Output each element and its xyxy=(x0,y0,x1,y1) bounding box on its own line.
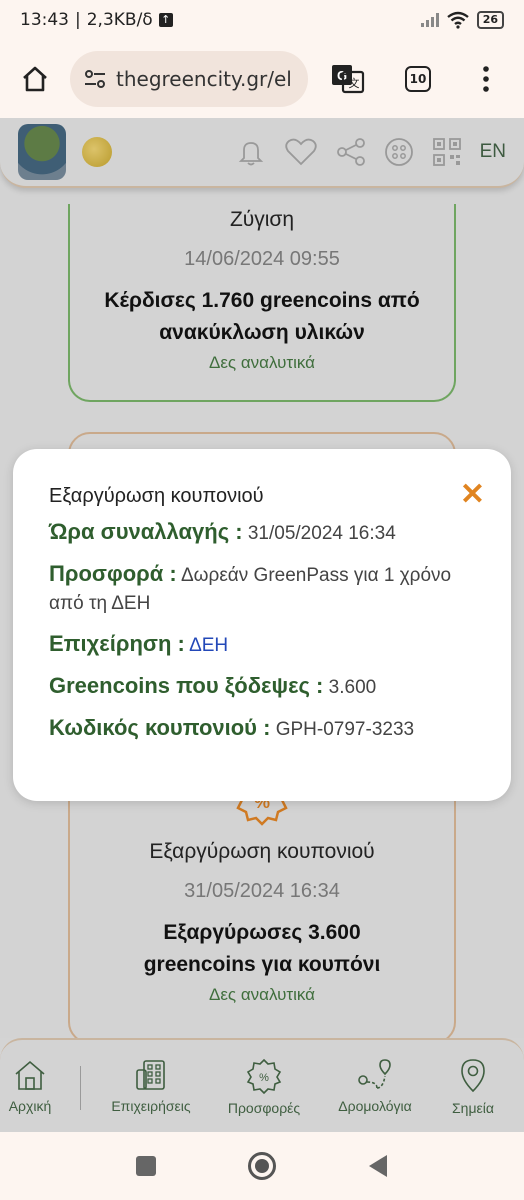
qr-code-icon[interactable] xyxy=(432,137,462,167)
row-label: Προσφορά : xyxy=(49,561,177,586)
greencoins-spent-row: Greencoins που ξόδεψες : 3.600 xyxy=(49,672,475,702)
card-details-link[interactable]: Δες αναλυτικά xyxy=(70,985,454,1005)
home-circle-icon[interactable] xyxy=(247,1151,277,1181)
close-icon[interactable]: ✕ xyxy=(460,477,485,512)
nav-label: Δρομολόγια xyxy=(338,1098,412,1114)
modal-title: Εξαργύρωση κουπονιού xyxy=(49,485,264,507)
translate-button[interactable]: G文 xyxy=(308,64,388,94)
location-pin-icon xyxy=(461,1059,485,1093)
more-vertical-icon xyxy=(483,66,489,92)
tabs-button[interactable]: 10 xyxy=(388,66,448,92)
discount-badge-icon: % xyxy=(246,1058,282,1094)
wifi-icon xyxy=(446,11,469,29)
recents-icon[interactable] xyxy=(135,1155,157,1177)
card-title: Εξαργύρωση κουπονιού xyxy=(149,840,375,863)
bottom-navigation: Αρχική Επιχειρήσεις % Προσφορές Δρομολόγ… xyxy=(0,1038,524,1132)
nav-divider xyxy=(80,1066,81,1110)
row-label: Greencoins που ξόδεψες : xyxy=(49,673,324,698)
building-icon xyxy=(136,1060,165,1090)
nav-item-businesses[interactable]: Επιχειρήσεις xyxy=(87,1058,215,1114)
browser-toolbar: thegreencity.gr/el G文 10 xyxy=(0,40,524,118)
business-link[interactable]: ΔΕΗ xyxy=(189,635,228,656)
avatar[interactable] xyxy=(18,124,66,180)
app-header: EN xyxy=(0,118,524,188)
nav-item-offers[interactable]: % Προσφορές xyxy=(215,1058,313,1116)
offer-row: Προσφορά : Δωρεάν GreenPass για 1 χρόνο … xyxy=(49,560,475,618)
row-value: GPH-0797-3233 xyxy=(275,719,415,740)
card-description: Κέρδισες 1.760 greencoins από ανακύκλωση… xyxy=(104,289,420,344)
row-value: 3.600 xyxy=(328,677,377,698)
nav-label: Επιχειρήσεις xyxy=(111,1098,191,1114)
card-description: Εξαργύρωσες 3.600 greencoins για κουπόνι xyxy=(143,921,381,976)
nav-item-home[interactable]: Αρχική xyxy=(0,1058,60,1114)
grid-menu-icon[interactable] xyxy=(384,137,414,167)
route-icon xyxy=(358,1059,391,1089)
status-time: 13:43 xyxy=(20,10,69,30)
row-value: 31/05/2024 16:34 xyxy=(247,523,396,544)
url-text: thegreencity.gr/el xyxy=(116,67,292,91)
address-bar[interactable]: thegreencity.gr/el xyxy=(70,51,308,107)
status-bar: 13:43 | 2,3KB/δ ↑ 26 xyxy=(0,0,524,40)
translate-icon: G文 xyxy=(332,65,365,94)
back-icon[interactable] xyxy=(367,1154,389,1178)
battery-indicator: 26 xyxy=(476,11,504,29)
browser-menu-button[interactable] xyxy=(448,66,524,92)
system-navigation-bar xyxy=(0,1132,524,1200)
signal-icon xyxy=(420,13,439,27)
card-date: 31/05/2024 16:34 xyxy=(184,880,340,902)
coupon-redemption-modal: Εξαργύρωση κουπονιού ✕ Ώρα συναλλαγής : … xyxy=(13,449,511,801)
status-network-speed: 2,3KB/δ xyxy=(86,10,153,30)
upload-notification-icon: ↑ xyxy=(158,13,173,27)
bell-icon[interactable] xyxy=(236,137,266,167)
nav-label: Αρχική xyxy=(8,1098,52,1114)
nav-item-points[interactable]: Σημεία xyxy=(437,1058,509,1116)
site-settings-icon xyxy=(85,70,105,88)
heart-icon[interactable] xyxy=(284,137,318,167)
row-label: Επιχείρηση : xyxy=(49,631,185,656)
greencoin-icon[interactable] xyxy=(82,137,112,167)
card-title: Ζύγιση xyxy=(229,208,295,231)
card-details-link[interactable]: Δες αναλυτικά xyxy=(70,353,454,373)
nav-item-routes[interactable]: Δρομολόγια xyxy=(313,1058,437,1114)
transaction-time-row: Ώρα συναλλαγής : 31/05/2024 16:34 xyxy=(49,518,475,548)
nav-label: Προσφορές xyxy=(227,1100,301,1116)
home-icon xyxy=(15,1060,45,1090)
business-row: Επιχείρηση : ΔΕΗ xyxy=(49,630,475,660)
row-label: Ώρα συναλλαγής : xyxy=(49,519,243,544)
card-date: 14/06/2024 09:55 xyxy=(184,248,340,270)
language-switch[interactable]: EN xyxy=(480,141,506,163)
transaction-card-weighing: Ζύγιση 14/06/2024 09:55 Κέρδισες 1.760 g… xyxy=(68,204,456,402)
svg-text:%: % xyxy=(259,1072,269,1084)
row-label: Κωδικός κουπονιού : xyxy=(49,715,271,740)
svg-text:文: 文 xyxy=(349,76,360,90)
tab-count: 10 xyxy=(405,66,431,92)
share-icon[interactable] xyxy=(336,137,366,167)
home-icon xyxy=(23,66,47,92)
coupon-code-row: Κωδικός κουπονιού : GPH-0797-3233 xyxy=(49,714,475,744)
nav-label: Σημεία xyxy=(452,1100,494,1116)
browser-home-button[interactable] xyxy=(0,65,70,93)
